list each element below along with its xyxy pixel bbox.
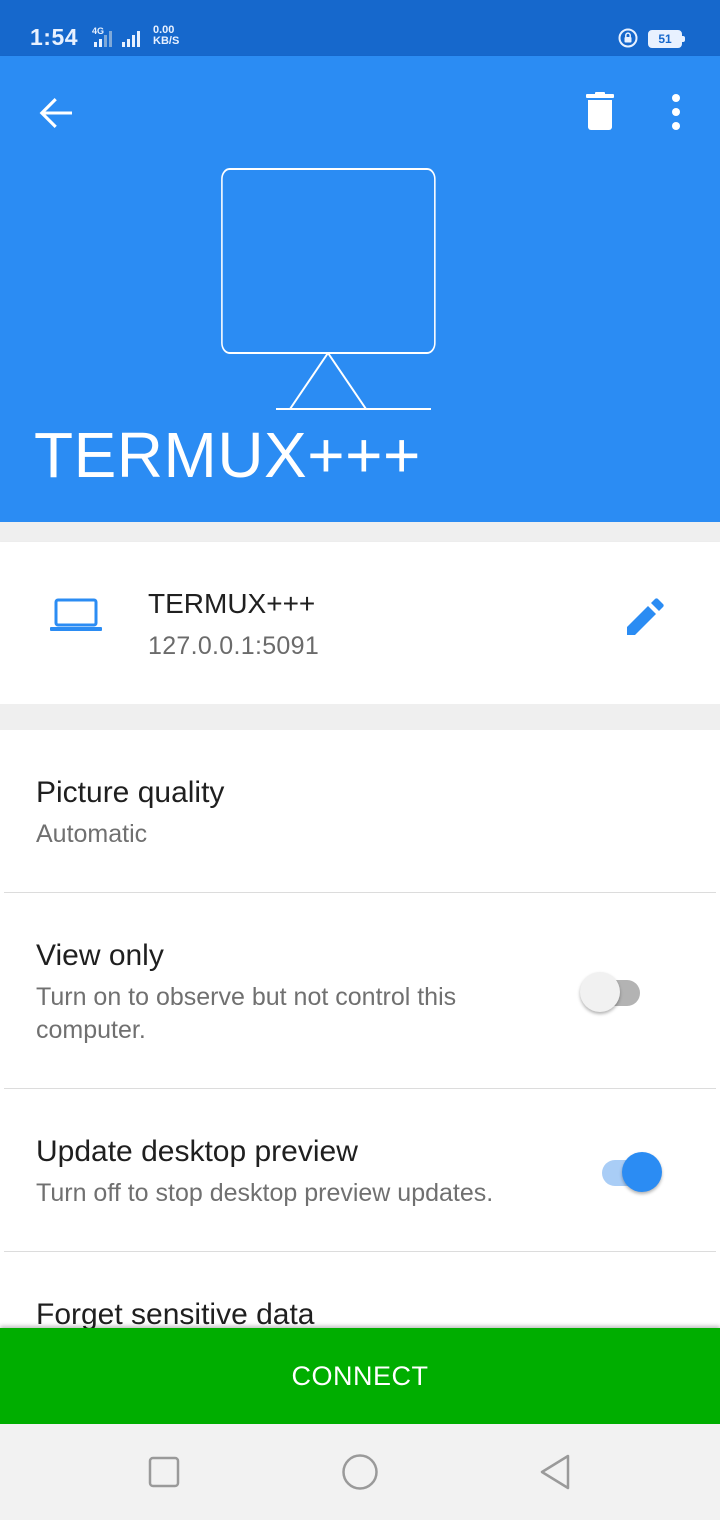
setting-update-desktop-preview[interactable]: Update desktop preview Turn off to stop … bbox=[0, 1089, 720, 1251]
setting-subtitle: Automatic bbox=[36, 820, 148, 848]
section-gap bbox=[0, 522, 720, 542]
delete-button[interactable] bbox=[576, 89, 624, 137]
setting-view-only[interactable]: View only Turn on to observe but not con… bbox=[0, 893, 720, 1089]
back-triangle-icon bbox=[540, 1454, 570, 1490]
back-arrow-icon bbox=[39, 98, 72, 128]
home-circle-icon bbox=[342, 1454, 378, 1490]
network-speed: 0.00 KB/S bbox=[153, 25, 179, 47]
toggle-thumb bbox=[580, 972, 620, 1012]
setting-picture-quality[interactable]: Picture quality Automatic bbox=[0, 730, 720, 892]
rotation-lock-icon bbox=[618, 28, 638, 53]
connect-button[interactable]: CONNECT bbox=[0, 1328, 720, 1424]
update-desktop-preview-toggle[interactable] bbox=[594, 1147, 662, 1195]
setting-title: View only bbox=[36, 939, 164, 972]
connection-address: 127.0.0.1:5091 bbox=[148, 632, 320, 660]
setting-forget-sensitive-data[interactable]: Forget sensitive data bbox=[0, 1252, 720, 1330]
network-type-label: 4G bbox=[92, 26, 104, 36]
laptop-icon bbox=[50, 598, 102, 631]
network-speed-unit: KB/S bbox=[153, 35, 180, 47]
connection-name: TERMUX+++ bbox=[148, 588, 316, 619]
setting-subtitle: Turn off to stop desktop preview updates… bbox=[36, 1179, 494, 1207]
settings-list: Picture quality Automatic View only Turn… bbox=[0, 730, 720, 1330]
screen: 1:54 4G 0.00 KB/S 51 TERMUX+++ TERMUX+++… bbox=[0, 0, 720, 1520]
setting-title: Forget sensitive data bbox=[36, 1298, 315, 1330]
battery-indicator: 51 bbox=[648, 30, 685, 48]
signal-icon: 4G bbox=[90, 26, 150, 53]
recents-button[interactable] bbox=[140, 1448, 188, 1496]
connection-card: TERMUX+++ 127.0.0.1:5091 bbox=[0, 542, 720, 704]
recents-square-icon bbox=[148, 1456, 180, 1488]
status-time: 1:54 bbox=[30, 24, 79, 50]
setting-subtitle: Turn on to observe but not control this … bbox=[36, 983, 457, 1044]
toggle-thumb bbox=[622, 1152, 662, 1192]
more-vert-icon bbox=[672, 94, 680, 130]
monitor-icon bbox=[221, 168, 436, 410]
section-gap bbox=[0, 704, 720, 730]
delete-icon bbox=[586, 92, 614, 130]
home-button[interactable] bbox=[336, 1448, 384, 1496]
back-button[interactable] bbox=[32, 89, 80, 137]
system-nav-bar bbox=[0, 1424, 720, 1520]
host-title: TERMUX+++ bbox=[34, 419, 421, 491]
more-options-button[interactable] bbox=[652, 89, 700, 137]
setting-title: Picture quality bbox=[36, 776, 225, 809]
edit-connection-button[interactable] bbox=[620, 594, 668, 642]
status-bar: 1:54 4G 0.00 KB/S 51 bbox=[0, 0, 720, 56]
host-header: TERMUX+++ bbox=[0, 56, 720, 522]
view-only-toggle[interactable] bbox=[580, 967, 648, 1015]
edit-pencil-icon bbox=[627, 598, 664, 635]
system-back-button[interactable] bbox=[532, 1448, 580, 1496]
setting-title: Update desktop preview bbox=[36, 1135, 358, 1168]
